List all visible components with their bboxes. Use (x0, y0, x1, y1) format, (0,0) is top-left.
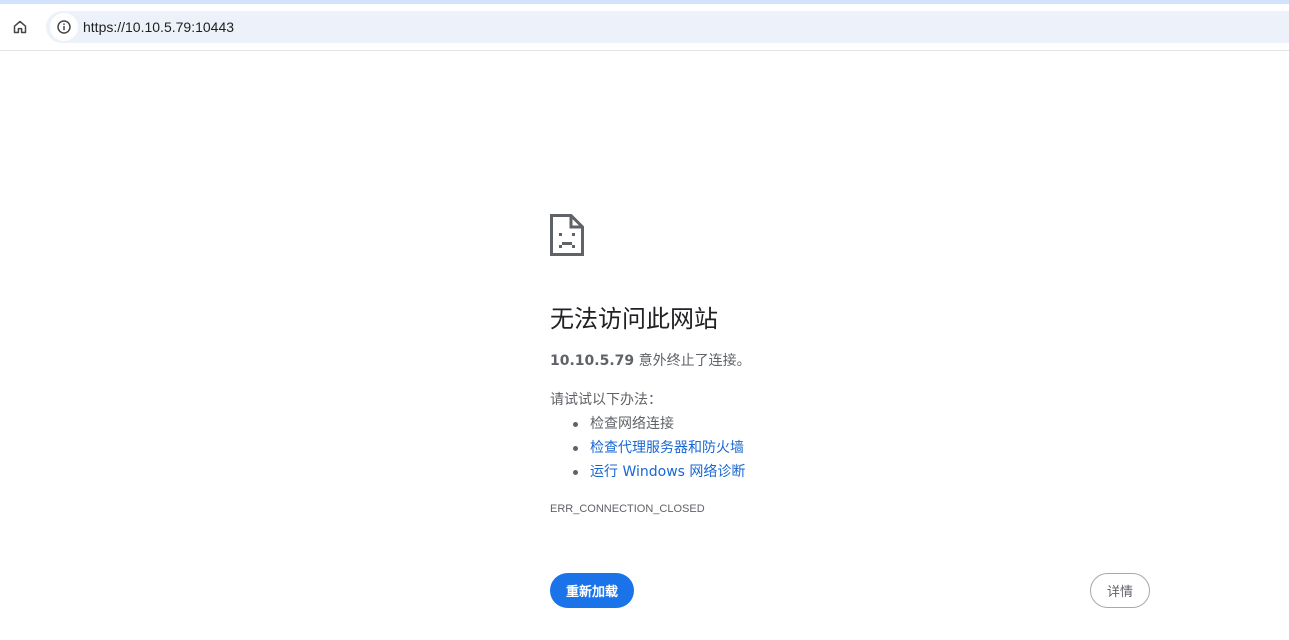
suggestion-check-network: 检查网络连接 (550, 412, 745, 436)
error-message: 意外终止了连接。 (634, 353, 751, 369)
error-code: ERR_CONNECTION_CLOSED (550, 503, 705, 515)
suggestions-list: 检查网络连接 检查代理服务器和防火墙 运行 Windows 网络诊断 (550, 412, 745, 484)
suggestions-label: 请试试以下办法： (550, 392, 662, 408)
details-button[interactable]: 详情 (1090, 573, 1150, 608)
home-icon (13, 20, 27, 34)
error-host: 10.10.5.79 (550, 353, 635, 369)
browser-toolbar: https://10.10.5.79:10443 (0, 4, 1289, 51)
url-text[interactable]: https://10.10.5.79:10443 (83, 11, 234, 43)
reload-button[interactable]: 重新加载 (550, 573, 634, 608)
site-info-button[interactable] (50, 13, 78, 41)
suggestion-check-proxy-link[interactable]: 检查代理服务器和防火墙 (550, 436, 745, 460)
address-bar[interactable]: https://10.10.5.79:10443 (46, 11, 1289, 43)
suggestion-run-diagnostics-link[interactable]: 运行 Windows 网络诊断 (550, 460, 745, 484)
info-icon (57, 20, 71, 34)
sad-page-icon (550, 214, 584, 256)
home-button[interactable] (6, 13, 34, 41)
error-description: 10.10.5.79 意外终止了连接。 (550, 351, 751, 371)
error-title: 无法访问此网站 (550, 305, 718, 333)
